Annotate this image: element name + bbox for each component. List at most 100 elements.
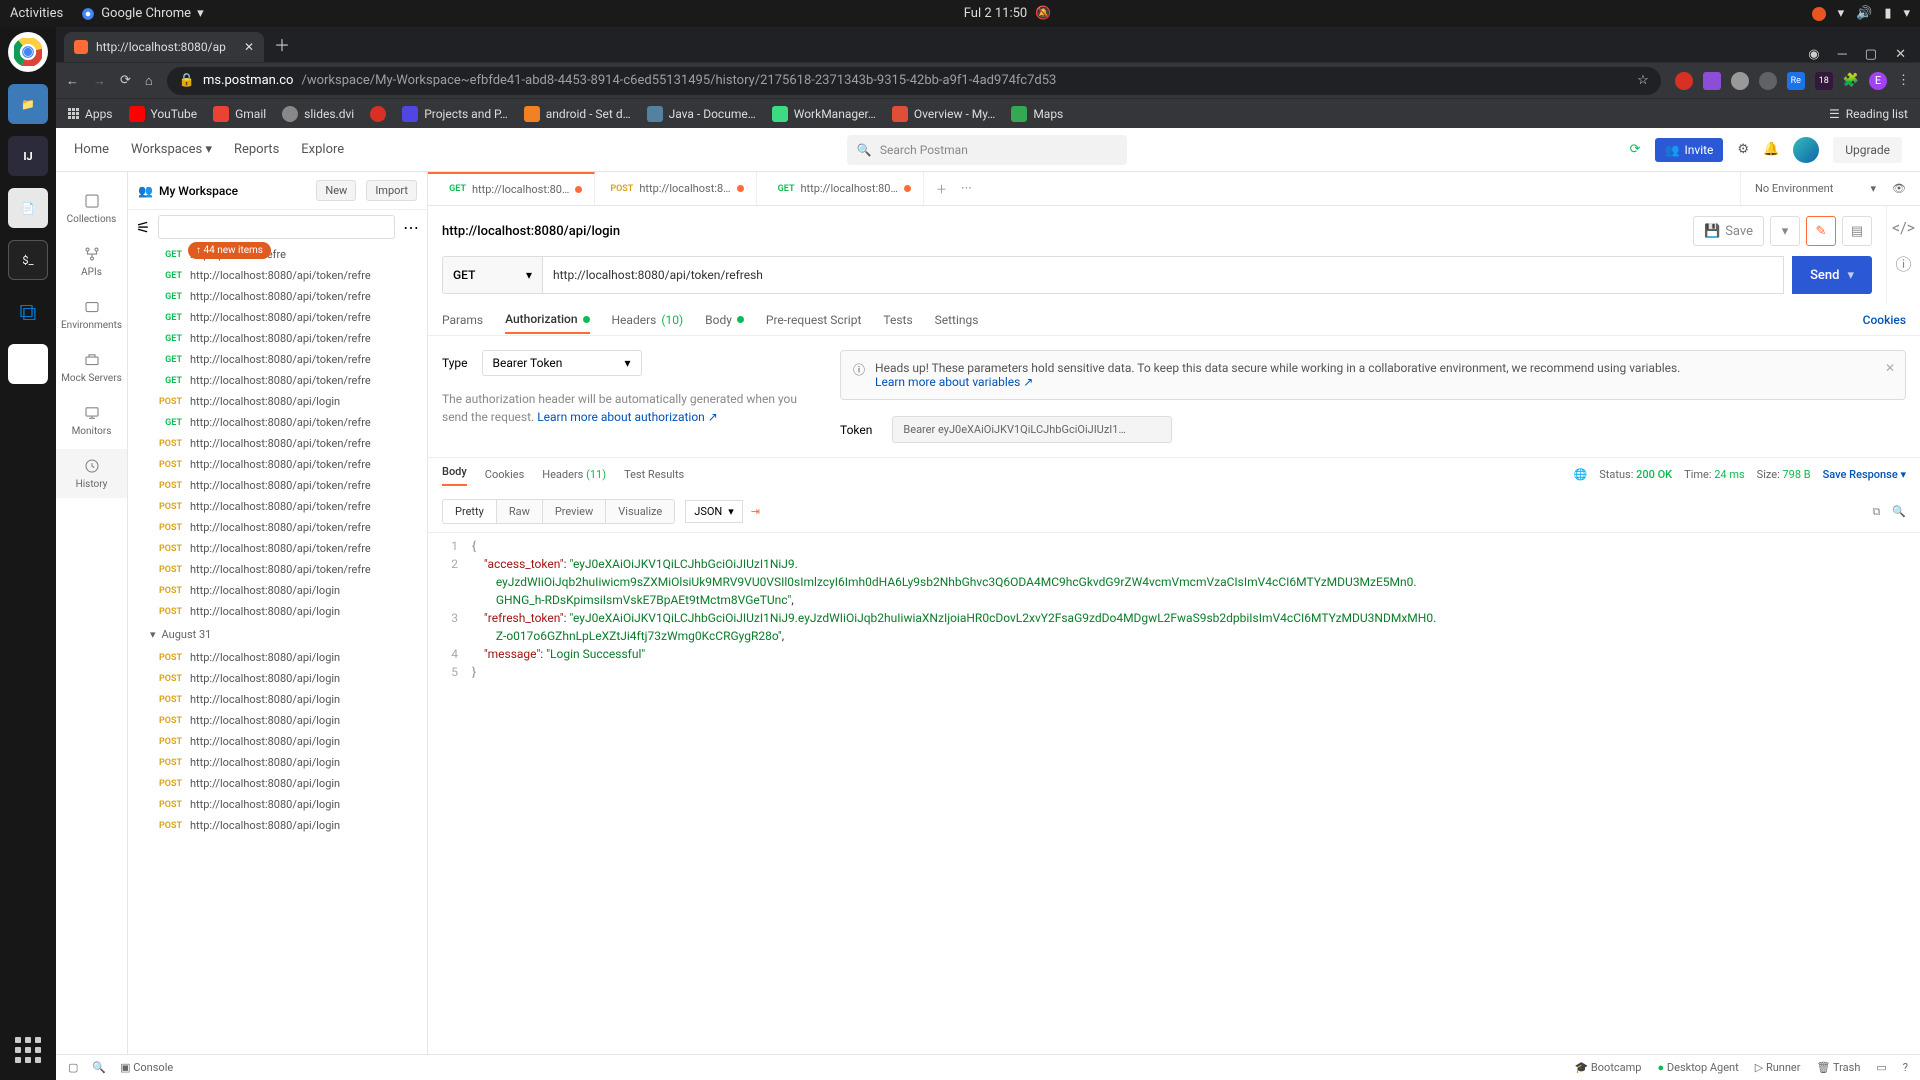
history-item[interactable]: POSThttp://localhost:8080/api/token/refr…: [128, 454, 427, 475]
request-tab-1[interactable]: GET http://localhost:80…: [428, 172, 595, 205]
minimize-icon[interactable]: ─: [1838, 46, 1847, 62]
dock-terminal[interactable]: $_: [8, 240, 48, 280]
dock-app1[interactable]: 📄: [8, 188, 48, 228]
view-pretty[interactable]: Pretty: [442, 499, 497, 524]
bookmark-overview[interactable]: Overview - My…: [892, 106, 995, 122]
bookmark-projects[interactable]: Projects and P…: [402, 106, 508, 122]
chrome-menu-icon[interactable]: ⋮: [1897, 73, 1910, 88]
history-item[interactable]: POSThttp://localhost:8080/api/token/refr…: [128, 559, 427, 580]
history-item[interactable]: POSThttp://localhost:8080/api/login: [128, 752, 427, 773]
cookies-link[interactable]: Cookies: [1863, 313, 1906, 327]
sync-icon[interactable]: ⟳: [1630, 142, 1641, 157]
subtab-prerequest[interactable]: Pre-request Script: [766, 307, 861, 333]
nav-monitors[interactable]: Monitors: [56, 396, 127, 445]
bookmark-slides[interactable]: slides.dvi: [282, 106, 354, 122]
profile-icon[interactable]: E: [1869, 72, 1887, 90]
chrome-tab-postman[interactable]: http://localhost:8080/ap ✕: [64, 32, 264, 62]
search-response-icon[interactable]: 🔍: [1892, 505, 1906, 519]
globe-icon[interactable]: 🌐: [1574, 468, 1588, 481]
tab-menu-icon[interactable]: ⋯: [961, 181, 972, 197]
history-item[interactable]: POSThttp://localhost:8080/api/login: [128, 580, 427, 601]
auth-type-select[interactable]: Bearer Token ▾: [482, 350, 642, 376]
activities-menu[interactable]: Activities: [10, 6, 63, 21]
subtab-authorization[interactable]: Authorization: [505, 306, 589, 334]
apps-shortcut[interactable]: Apps: [68, 107, 113, 121]
app-menu[interactable]: Google Chrome ▾: [81, 6, 203, 21]
ext-icon-6[interactable]: 18: [1815, 72, 1833, 90]
new-tab-button[interactable]: ＋: [268, 26, 296, 62]
history-item[interactable]: GEThttp://localhost:8080/api/token/refre: [128, 370, 427, 391]
send-button[interactable]: Send ▾: [1792, 256, 1872, 294]
status-icon[interactable]: [1812, 7, 1826, 21]
lock-icon[interactable]: 🔒: [179, 73, 195, 88]
close-window-icon[interactable]: ✕: [1895, 47, 1906, 62]
info-icon[interactable]: ⓘ: [1895, 251, 1911, 275]
ext-icon-3[interactable]: [1731, 72, 1749, 90]
history-item[interactable]: POSThttp://localhost:8080/api/login: [128, 731, 427, 752]
history-list[interactable]: GEThttp api/token/refreGEThttp://localho…: [128, 244, 427, 1054]
resp-tab-headers[interactable]: Headers (11): [542, 468, 606, 481]
network-icon[interactable]: ▾: [1838, 6, 1845, 21]
history-item[interactable]: POSThttp://localhost:8080/api/login: [128, 391, 427, 412]
request-tab-2[interactable]: POST http://localhost:8…: [595, 172, 756, 205]
history-date-header[interactable]: ▾ August 31: [128, 622, 427, 647]
history-item[interactable]: POSThttp://localhost:8080/api/login: [128, 647, 427, 668]
close-alert-icon[interactable]: ✕: [1885, 361, 1895, 375]
url-input[interactable]: [542, 256, 1784, 294]
history-item[interactable]: POSThttp://localhost:8080/api/token/refr…: [128, 433, 427, 454]
ext-icon-2[interactable]: [1703, 72, 1721, 90]
console-button[interactable]: ▣ Console: [120, 1061, 173, 1074]
history-item[interactable]: GEThttp://localhost:8080/api/token/refre: [128, 265, 427, 286]
battery-icon[interactable]: ▮: [1884, 6, 1891, 21]
subtab-headers[interactable]: Headers (10): [612, 307, 684, 333]
format-select[interactable]: JSON ▾: [685, 500, 743, 523]
find-icon[interactable]: 🔍: [92, 1061, 106, 1074]
import-button[interactable]: Import: [366, 180, 417, 201]
new-items-badge[interactable]: ↑ 44 new items: [188, 242, 271, 259]
filter-input[interactable]: [158, 215, 395, 239]
ext-icon-4[interactable]: [1759, 72, 1777, 90]
view-visualize[interactable]: Visualize: [606, 499, 675, 524]
dock-intellij[interactable]: IJ: [8, 136, 48, 176]
clock[interactable]: Ful 2 11:50: [964, 6, 1028, 21]
history-item[interactable]: POSThttp://localhost:8080/api/login: [128, 794, 427, 815]
help-icon[interactable]: ?: [1903, 1061, 1908, 1074]
bootcamp-link[interactable]: 🎓 Bootcamp: [1574, 1061, 1641, 1074]
history-item[interactable]: GEThttp://localhost:8080/api/token/refre: [128, 349, 427, 370]
method-select[interactable]: GET ▾: [442, 256, 542, 294]
reading-list[interactable]: ☰ Reading list: [1829, 107, 1908, 121]
maximize-icon[interactable]: ▢: [1865, 47, 1877, 62]
resp-tab-body[interactable]: Body: [442, 465, 467, 486]
settings-icon[interactable]: ⚙: [1737, 142, 1749, 157]
token-input[interactable]: Bearer eyJ0eXAiOiJKV1QiLCJhbGciOiJIUzI1…: [892, 416, 1172, 443]
upgrade-button[interactable]: Upgrade: [1833, 137, 1902, 163]
new-tab-icon[interactable]: ＋: [936, 181, 947, 197]
code-icon[interactable]: </>: [1892, 218, 1915, 237]
history-item[interactable]: GEThttp://localhost:8080/api/token/refre: [128, 328, 427, 349]
learn-auth-link[interactable]: Learn more about authorization ↗: [537, 410, 718, 424]
invite-button[interactable]: 👥 Invite: [1655, 138, 1724, 162]
sidebar-toggle-icon[interactable]: ▢: [68, 1061, 78, 1074]
learn-vars-link[interactable]: Learn more about variables ↗: [875, 375, 1033, 389]
dock-files[interactable]: 📁: [8, 84, 48, 124]
dock-app2[interactable]: ◯: [8, 344, 48, 384]
nav-collections[interactable]: Collections: [56, 184, 127, 233]
save-button[interactable]: 💾 Save: [1693, 216, 1764, 246]
comment-icon[interactable]: ▤: [1842, 216, 1872, 246]
agent-status[interactable]: ● Desktop Agent: [1658, 1061, 1739, 1074]
bookmark-android[interactable]: android - Set d…: [524, 106, 631, 122]
bookmark-workmanager[interactable]: WorkManager…: [772, 106, 876, 122]
bookmark-youtube[interactable]: YouTube: [129, 106, 198, 122]
address-bar[interactable]: 🔒 ms.postman.co/workspace/My-Workspace~e…: [167, 67, 1661, 95]
bookmark-maps[interactable]: Maps: [1011, 106, 1063, 122]
subtab-params[interactable]: Params: [442, 307, 483, 333]
nav-mock[interactable]: Mock Servers: [56, 343, 127, 392]
workspace-name[interactable]: 👥 My Workspace: [138, 184, 306, 198]
nav-reports[interactable]: Reports: [234, 142, 279, 157]
history-item[interactable]: GEThttp api/token/refre: [128, 244, 427, 265]
wrap-icon[interactable]: ⇥: [751, 505, 760, 518]
subtab-tests[interactable]: Tests: [883, 307, 912, 333]
history-item[interactable]: GEThttp://localhost:8080/api/token/refre: [128, 307, 427, 328]
sidebar-more-icon[interactable]: ⋯: [403, 218, 419, 237]
copy-icon[interactable]: ⧉: [1872, 505, 1880, 519]
